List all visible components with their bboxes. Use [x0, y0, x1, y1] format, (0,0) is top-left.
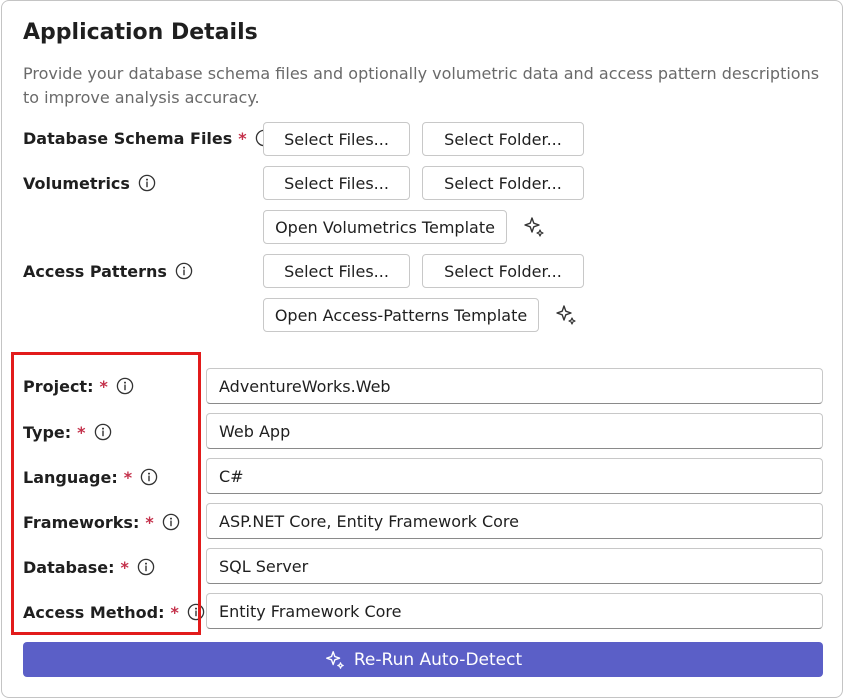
access-patterns-select-files-button[interactable]: Select Files... — [263, 254, 410, 288]
open-access-patterns-template-button[interactable]: Open Access-Patterns Template — [263, 298, 539, 332]
frameworks-label-text: Frameworks: — [23, 512, 140, 532]
project-label: Project: * — [23, 374, 134, 398]
access-method-label: Access Method: * — [23, 600, 205, 624]
access-method-label-text: Access Method: — [23, 602, 165, 622]
database-label-text: Database: — [23, 557, 115, 577]
volumetrics-select-files-button[interactable]: Select Files... — [263, 166, 410, 200]
access-patterns-select-folder-button[interactable]: Select Folder... — [422, 254, 584, 288]
schema-files-label-text: Database Schema Files — [23, 128, 233, 148]
frameworks-input[interactable] — [206, 503, 823, 539]
type-label-text: Type: — [23, 422, 72, 442]
sparkle-icon — [324, 649, 346, 671]
required-mark: * — [238, 128, 247, 148]
language-label: Language: * — [23, 465, 158, 489]
type-label: Type: * — [23, 420, 112, 444]
required-mark: * — [99, 376, 108, 396]
info-icon[interactable] — [94, 423, 112, 441]
info-icon[interactable] — [187, 603, 205, 621]
info-icon[interactable] — [138, 174, 156, 192]
required-mark: * — [123, 467, 133, 487]
language-input[interactable] — [206, 458, 823, 494]
required-mark: * — [77, 422, 86, 442]
info-icon[interactable] — [140, 468, 158, 486]
required-mark: * — [120, 557, 129, 577]
schema-select-files-button[interactable]: Select Files... — [263, 122, 410, 156]
open-volumetrics-template-button[interactable]: Open Volumetrics Template — [263, 210, 507, 244]
volumetrics-label-text: Volumetrics — [23, 173, 130, 193]
panel-title: Application Details — [23, 20, 258, 45]
sparkle-icon[interactable] — [554, 303, 578, 327]
project-input[interactable] — [206, 368, 823, 404]
volumetrics-label: Volumetrics — [23, 171, 156, 195]
language-label-text: Language: — [23, 467, 118, 487]
sparkle-icon[interactable] — [522, 215, 546, 239]
schema-select-folder-button[interactable]: Select Folder... — [422, 122, 584, 156]
info-icon[interactable] — [116, 377, 134, 395]
database-label: Database: * — [23, 555, 155, 579]
access-method-input[interactable] — [206, 593, 823, 629]
rerun-auto-detect-button[interactable]: Re-Run Auto-Detect — [23, 642, 823, 677]
required-mark: * — [170, 602, 179, 622]
frameworks-label: Frameworks: * — [23, 510, 180, 534]
rerun-auto-detect-label: Re-Run Auto-Detect — [353, 649, 523, 670]
schema-files-label: Database Schema Files * — [23, 126, 273, 150]
info-icon[interactable] — [137, 558, 155, 576]
info-icon[interactable] — [175, 262, 193, 280]
info-icon[interactable] — [162, 513, 180, 531]
project-label-text: Project: — [23, 376, 94, 396]
type-input[interactable] — [206, 413, 823, 449]
required-mark: * — [145, 512, 154, 532]
panel-description: Provide your database schema files and o… — [23, 64, 820, 107]
access-patterns-label-text: Access Patterns — [23, 261, 167, 281]
volumetrics-select-folder-button[interactable]: Select Folder... — [422, 166, 584, 200]
database-input[interactable] — [206, 548, 823, 584]
access-patterns-label: Access Patterns — [23, 259, 193, 283]
